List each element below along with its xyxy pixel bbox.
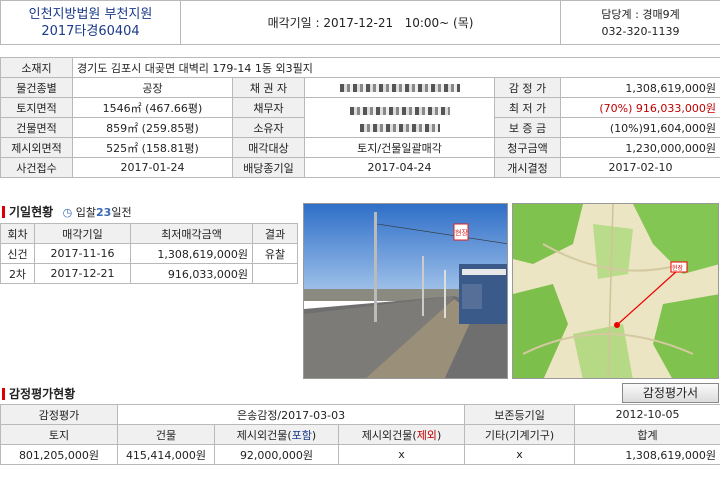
value-building-area: 859㎡ (259.85평) — [72, 117, 233, 138]
case-number: 2017타경60404 — [41, 23, 140, 39]
value-extra-area: 525㎡ (158.81평) — [72, 137, 233, 158]
building-value: 415,414,000원 — [117, 444, 215, 465]
extra-included-value: 92,000,000원 — [214, 444, 339, 465]
section-marker — [2, 206, 5, 218]
map-marker-label: 현장 — [672, 265, 684, 272]
appraisal-header: 감정평가현황 — [2, 385, 75, 402]
label-land-area: 토지면적 — [0, 97, 73, 118]
label-extra-area: 제시외면적 — [0, 137, 73, 158]
appraisal-report-button[interactable]: 감정평가서 — [622, 383, 719, 403]
registration-value: 2012-10-05 — [574, 404, 720, 425]
price: 1,308,619,000원 — [130, 243, 253, 264]
appraisal-label: 감정평가 — [0, 404, 118, 425]
phone: 032-320-1139 — [601, 24, 680, 38]
value-sale-target: 토지/건물일괄매각 — [304, 137, 495, 158]
address-label: 소재지 — [0, 57, 73, 78]
col-round: 회차 — [0, 223, 35, 244]
label-dividend-deadline: 배당종기일 — [232, 157, 305, 178]
sale-date: 매각기일 : 2017-12-21 10:00~ (목) — [180, 0, 561, 45]
history-title: 기일현황 — [9, 205, 54, 219]
price: 916,033,000원 — [130, 263, 253, 284]
property-row: 토지면적 1546㎡ (467.66평) 채무자 최 저 가 (70%) 916… — [0, 97, 720, 138]
col-building: 건물 — [117, 424, 215, 445]
other-value: x — [464, 444, 576, 465]
result — [252, 263, 298, 284]
section-marker — [2, 388, 5, 400]
value-min-price: (70%) 916,033,000원 — [559, 97, 720, 118]
land-value: 801,205,000원 — [0, 444, 118, 465]
table-row: 2차 2017-12-21 916,033,000원 — [0, 263, 298, 284]
label-deposit: 보 증 금 — [494, 117, 561, 138]
value-creditor-masked — [304, 77, 495, 98]
col-result: 결과 — [252, 223, 298, 244]
round: 2차 — [0, 263, 35, 284]
value-dividend-deadline: 2017-04-24 — [304, 157, 495, 178]
table-row: 801,205,000원 415,414,000원 92,000,000원 x … — [0, 444, 720, 465]
label-min-price: 최 저 가 — [494, 97, 561, 118]
col-extra-excluded: 제시외건물(제외) — [337, 424, 466, 445]
col-extra-included: 제시외건물(포함) — [214, 424, 339, 445]
label-start-decision: 개시결정 — [494, 157, 561, 178]
label-claim-amount: 청구금액 — [494, 137, 561, 158]
dept: 담당계 : 경매9계 — [601, 7, 680, 21]
col-price: 최저매각금액 — [130, 223, 253, 244]
address: 경기도 김포시 대곶면 대벽리 179-14 1동 외3필지 — [71, 57, 720, 78]
property-table: 소재지 경기도 김포시 대곶면 대벽리 179-14 1동 외3필지 물건종별 … — [0, 57, 720, 178]
date: 2017-12-21 — [34, 263, 131, 284]
result: 유찰 — [252, 243, 298, 264]
label-case-filed: 사건접수 — [0, 157, 73, 178]
label-creditor: 채 권 자 — [232, 77, 305, 98]
value-deposit: (10%)91,604,000원 — [559, 117, 720, 138]
label-owner: 소유자 — [232, 117, 305, 138]
col-land: 토지 — [0, 424, 118, 445]
label-appraisal: 감 정 가 — [494, 77, 561, 98]
site-photo[interactable]: 현장 — [303, 203, 508, 379]
label-building-area: 건물면적 — [0, 117, 73, 138]
history-table: 회차 매각기일 최저매각금액 결과 신건 2017-11-16 1,308,61… — [0, 223, 298, 284]
extra-excluded-value: x — [337, 444, 466, 465]
appraisal-value: 은송감정/2017-03-03 — [116, 404, 466, 425]
value-case-filed: 2017-01-24 — [72, 157, 233, 178]
registration-label: 보존등기일 — [464, 404, 576, 425]
location-map[interactable]: 현장 — [512, 203, 719, 379]
appraisal-title: 감정평가현황 — [9, 387, 76, 401]
map-image — [513, 204, 718, 378]
property-row: 제시외면적 525㎡ (158.81평) 매각대상 토지/건물일괄매각 청구금액… — [0, 137, 720, 158]
value-appraisal: 1,308,619,000원 — [559, 77, 720, 98]
property-row: 물건종별 공장 채 권 자 감 정 가 1,308,619,000원 — [0, 77, 720, 98]
label-debtor: 채무자 — [232, 97, 305, 118]
court-cell: 인천지방법원 부천지원 2017타경60404 — [0, 0, 181, 45]
property-row: 사건접수 2017-01-24 배당종기일 2017-04-24 개시결정 20… — [0, 157, 720, 178]
site-sign-label: 현장 — [455, 229, 468, 237]
court-name: 인천지방법원 부천지원 — [28, 6, 153, 22]
header-table: 인천지방법원 부천지원 2017타경60404 매각기일 : 2017-12-2… — [0, 0, 720, 45]
value-debtor-owner-masked — [304, 97, 495, 138]
value-claim-amount: 1,230,000,000원 — [559, 137, 720, 158]
value-land-area: 1546㎡ (467.66평) — [72, 97, 233, 118]
value-start-decision: 2017-02-10 — [559, 157, 720, 178]
site-photo-image — [304, 204, 507, 378]
label-sale-target: 매각대상 — [232, 137, 305, 158]
value-type: 공장 — [72, 77, 233, 98]
history-header: 기일현황 ◷ 입찰23일전 — [2, 203, 132, 220]
date: 2017-11-16 — [34, 243, 131, 264]
appraisal-table: 감정평가 은송감정/2017-03-03 보존등기일 2012-10-05 토지… — [0, 404, 720, 465]
label-type: 물건종별 — [0, 77, 73, 98]
col-total: 합계 — [574, 424, 720, 445]
col-other: 기타(기계기구) — [464, 424, 576, 445]
round: 신건 — [0, 243, 35, 264]
clock-icon: ◷ — [62, 206, 73, 219]
total-value: 1,308,619,000원 — [574, 444, 720, 465]
bid-countdown: 입찰23일전 — [75, 206, 132, 219]
col-date: 매각기일 — [34, 223, 131, 244]
table-row: 신건 2017-11-16 1,308,619,000원 유찰 — [0, 243, 298, 264]
dept-cell: 담당계 : 경매9계 032-320-1139 — [560, 0, 720, 45]
